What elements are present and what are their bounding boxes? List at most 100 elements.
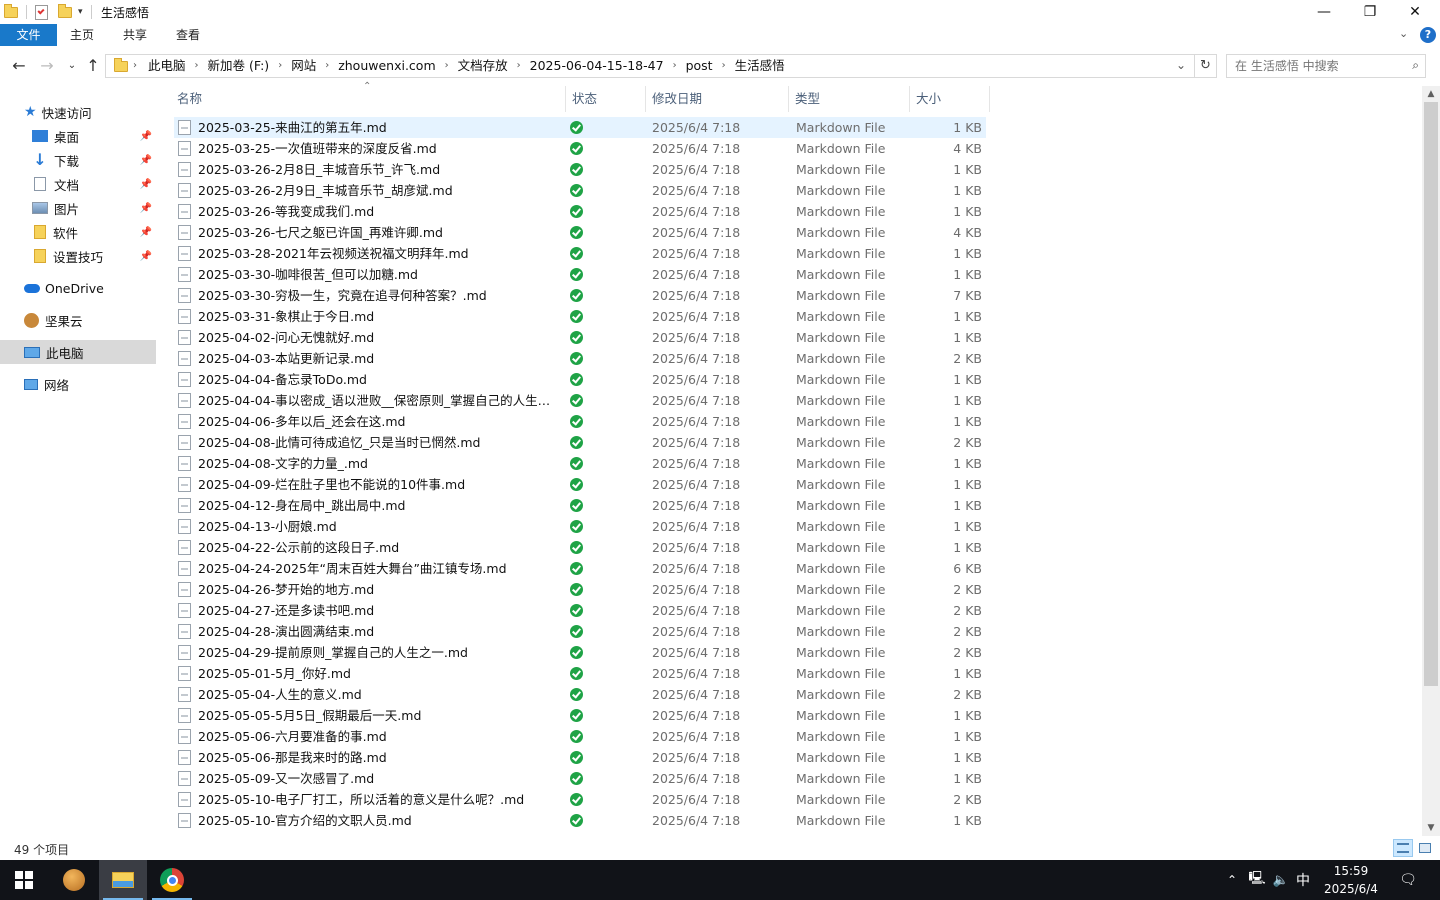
details-view-button[interactable] (1393, 839, 1413, 857)
table-row[interactable]: 2025-04-22-公示前的这段日子.md 2025/6/4 7:18 Markd… (174, 537, 986, 558)
recent-locations-button[interactable]: ⌄ (62, 56, 82, 76)
notification-icon[interactable]: 🗨 (1396, 860, 1420, 900)
pin-icon[interactable]: 📌 (140, 179, 152, 190)
volume-icon[interactable]: 🔈 (1270, 860, 1292, 900)
table-row[interactable]: 2025-05-06-六月要准备的事.md 2025/6/4 7:18 Markdo… (174, 726, 986, 747)
column-resize-handle[interactable] (788, 86, 789, 112)
table-row[interactable]: 2025-05-04-人生的意义.md 2025/6/4 7:18 Markdown… (174, 684, 986, 705)
nav-pinned-documents[interactable]: 文档 📌 (0, 172, 156, 196)
customize-toolbar-icon[interactable]: ▾ (78, 7, 83, 17)
new-folder-icon[interactable] (58, 3, 72, 18)
column-header-status[interactable]: 状态 (567, 86, 645, 112)
table-row[interactable]: 2025-05-05-5月5日_假期最后一天.md 2025/6/4 7:18 Ma… (174, 705, 986, 726)
chevron-right-icon[interactable]: › (445, 55, 449, 77)
nav-pinned-software[interactable]: 软件 📌 (0, 220, 156, 244)
large-icons-view-button[interactable] (1415, 839, 1435, 857)
breadcrumb-item[interactable]: 网站 (291, 55, 316, 77)
scroll-down-icon[interactable]: ▼ (1422, 820, 1440, 836)
table-row[interactable]: 2025-04-04-备忘录ToDo.md 2025/6/4 7:18 Markdo… (174, 369, 986, 390)
taskbar-chrome[interactable] (148, 860, 196, 900)
table-row[interactable]: 2025-05-01-5月_你好.md 2025/6/4 7:18 Markdown… (174, 663, 986, 684)
table-row[interactable]: 2025-03-25-一次值班带来的深度反省.md 2025/6/4 7:18 Ma… (174, 138, 986, 159)
tab-file[interactable]: 文件 (0, 24, 57, 46)
nav-quick-access[interactable]: ★ 快速访问 (0, 100, 156, 124)
properties-icon[interactable] (35, 4, 48, 20)
table-row[interactable]: 2025-04-26-梦开始的地方.md 2025/6/4 7:18 Markdow… (174, 579, 986, 600)
table-row[interactable]: 2025-05-10-电子厂打工，所以活着的意义是什么呢？.md 2025/6/4… (174, 789, 986, 810)
breadcrumb-item[interactable]: post (686, 55, 713, 77)
nav-pinned-desktop[interactable]: 桌面 📌 (0, 124, 156, 148)
search-input[interactable] (1227, 55, 1397, 77)
chevron-right-icon[interactable]: › (722, 55, 726, 77)
nav-pinned-pictures[interactable]: 图片 📌 (0, 196, 156, 220)
nav-this-pc[interactable]: 此电脑 (0, 340, 156, 364)
forward-button[interactable]: → (37, 56, 57, 76)
table-row[interactable]: 2025-05-10-官方介绍的文职人员.md 2025/6/4 7:18 Mark… (174, 810, 986, 831)
table-row[interactable]: 2025-04-29-提前原则_掌握自己的人生之一.md 2025/6/4 7:1… (174, 642, 986, 663)
pin-icon[interactable]: 📌 (140, 227, 152, 238)
minimize-button[interactable]: — (1301, 0, 1347, 24)
help-icon[interactable]: ? (1420, 27, 1436, 43)
vertical-scrollbar[interactable]: ▲ ▼ (1422, 86, 1440, 836)
pin-icon[interactable]: 📌 (140, 203, 152, 214)
refresh-icon[interactable]: ↻ (1194, 55, 1216, 77)
restore-button[interactable]: ❐ (1347, 0, 1393, 24)
breadcrumb-item[interactable]: 2025-06-04-15-18-47 (530, 55, 664, 77)
table-row[interactable]: 2025-04-09-烂在肚子里也不能说的10件事.md 2025/6/4 7:1… (174, 474, 986, 495)
table-row[interactable]: 2025-04-28-演出圆满结束.md 2025/6/4 7:18 Markdow… (174, 621, 986, 642)
table-row[interactable]: 2025-04-02-问心无愧就好.md 2025/6/4 7:18 Markdow… (174, 327, 986, 348)
table-row[interactable]: 2025-04-08-文字的力量_.md 2025/6/4 7:18 Markdow… (174, 453, 986, 474)
tab-share[interactable]: 共享 (110, 24, 160, 46)
table-row[interactable]: 2025-03-28-2021年云视频送祝福文明拜年.md 2025/6/4 7:… (174, 243, 986, 264)
search-icon[interactable]: ⌕ (1412, 58, 1419, 73)
table-row[interactable]: 2025-05-09-又一次感冒了.md 2025/6/4 7:18 Markdow… (174, 768, 986, 789)
pin-icon[interactable]: 📌 (140, 155, 152, 166)
column-resize-handle[interactable] (989, 86, 990, 112)
table-row[interactable]: 2025-04-06-多年以后_还会在这.md 2025/6/4 7:18 Mark… (174, 411, 986, 432)
taskbar-file-explorer[interactable] (99, 860, 147, 900)
address-bar[interactable]: › 此电脑 › 新加卷 (F:) › 网站 › zhouwenxi.com › 文档存放… (105, 54, 1217, 78)
scroll-up-icon[interactable]: ▲ (1422, 86, 1440, 102)
taskbar-clock[interactable]: 15:59 2025/6/4 (1318, 862, 1384, 898)
table-row[interactable]: 2025-03-30-穷极一生，究竟在追寻何种答案？.md 2025/6/4 7:… (174, 285, 986, 306)
table-row[interactable]: 2025-03-31-象棋止于今日.md 2025/6/4 7:18 Markdow… (174, 306, 986, 327)
scrollbar-thumb[interactable] (1424, 102, 1438, 686)
tab-home[interactable]: 主页 (57, 24, 107, 46)
table-row[interactable]: 2025-05-06-那是我来时的路.md 2025/6/4 7:18 Markdo… (174, 747, 986, 768)
nav-pinned-downloads[interactable]: ↓ 下载 📌 (0, 148, 156, 172)
chevron-right-icon[interactable]: › (325, 55, 329, 77)
nav-onedrive[interactable]: OneDrive (0, 276, 156, 300)
chevron-right-icon[interactable]: › (517, 55, 521, 77)
pin-icon[interactable]: 📌 (140, 131, 152, 142)
breadcrumb-item[interactable]: 此电脑 (148, 55, 186, 77)
table-row[interactable]: 2025-03-26-七尺之躯已许国_再难许卿.md 2025/6/4 7:18 M… (174, 222, 986, 243)
table-row[interactable]: 2025-03-26-2月8日_丰城音乐节_许飞.md 2025/6/4 7:18… (174, 159, 986, 180)
pin-icon[interactable]: 📌 (140, 251, 152, 262)
network-status-icon[interactable]: 🖳 (1246, 860, 1268, 900)
nav-jianguoyun[interactable]: 坚果云 (0, 308, 156, 332)
chevron-right-icon[interactable]: › (278, 55, 282, 77)
column-header-date[interactable]: 修改日期 (647, 86, 788, 112)
table-row[interactable]: 2025-03-25-来曲江的第五年.md 2025/6/4 7:18 Markdo… (174, 117, 986, 138)
breadcrumb-item[interactable]: 生活感悟 (735, 55, 785, 77)
table-row[interactable]: 2025-03-26-2月9日_丰城音乐节_胡彦斌.md 2025/6/4 7:1… (174, 180, 986, 201)
table-row[interactable]: 2025-03-30-咖啡很苦_但可以加糖.md 2025/6/4 7:18 Mar… (174, 264, 986, 285)
table-row[interactable]: 2025-04-08-此情可待成追忆_只是当时已惘然.md 2025/6/4 7:… (174, 432, 986, 453)
table-row[interactable]: 2025-04-12-身在局中_跳出局中.md 2025/6/4 7:18 Mark… (174, 495, 986, 516)
table-row[interactable]: 2025-04-13-小厨娘.md 2025/6/4 7:18 Markdown F… (174, 516, 986, 537)
address-dropdown-icon[interactable]: ⌄ (1176, 58, 1186, 72)
chevron-right-icon[interactable]: › (195, 55, 199, 77)
up-button[interactable]: ↑ (83, 56, 103, 76)
table-row[interactable]: 2025-03-26-等我变成我们.md 2025/6/4 7:18 Markdow… (174, 201, 986, 222)
breadcrumb-item[interactable]: 新加卷 (F:) (208, 55, 270, 77)
column-header-name[interactable]: 名称 (172, 86, 565, 112)
column-header-type[interactable]: 类型 (790, 86, 909, 112)
column-resize-handle[interactable] (565, 86, 566, 112)
column-resize-handle[interactable] (645, 86, 646, 112)
expand-ribbon-icon[interactable]: ⌄ (1399, 27, 1408, 40)
chevron-right-icon[interactable]: › (673, 55, 677, 77)
table-row[interactable]: 2025-04-24-2025年“周末百姓大舞台”曲江镇专场.md 2025/6/… (174, 558, 986, 579)
table-row[interactable]: 2025-04-04-事以密成_语以泄败__保密原则_掌握自己的人生之一....… (174, 390, 986, 411)
table-row[interactable]: 2025-04-27-还是多读书吧.md 2025/6/4 7:18 Markdow… (174, 600, 986, 621)
close-button[interactable]: ✕ (1392, 0, 1438, 24)
